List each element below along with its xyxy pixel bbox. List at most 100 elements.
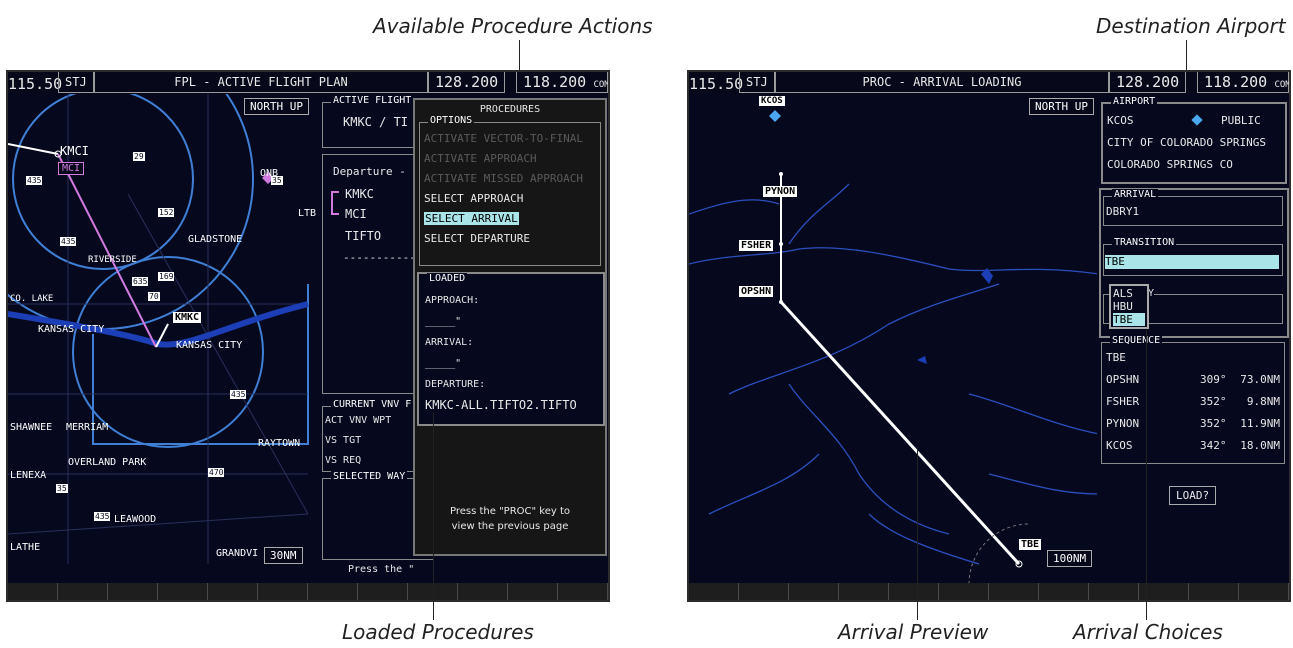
map-label-kansas-city-west: KANSAS CITY (38, 324, 105, 335)
waypoint-pynon: PYNON (763, 186, 798, 197)
menu-item-select-arrival[interactable]: SELECT ARRIVAL (424, 212, 519, 225)
softkey[interactable] (739, 583, 789, 600)
softkey[interactable] (158, 583, 208, 600)
softkey[interactable] (1239, 583, 1289, 600)
callout-arrival-choices: Arrival Choices (1073, 620, 1223, 644)
com-label: COM2 (1274, 80, 1291, 90)
softkey[interactable] (258, 583, 308, 600)
softkey[interactable] (789, 583, 839, 600)
com-standby-frequency[interactable]: 118.200 COM2 (1197, 72, 1289, 93)
map-label-overland-park: OVERLAND PARK (68, 457, 147, 468)
waypoint-opshn: OPSHN (739, 286, 774, 297)
loaded-approach-value: _____" (425, 316, 462, 327)
leader-line (917, 450, 918, 620)
map-label-raytown: RAYTOWN (258, 438, 301, 449)
map-label-olathe: LATHE (10, 542, 41, 553)
softkey[interactable] (558, 583, 608, 600)
transition-choice[interactable]: HBU (1113, 300, 1145, 313)
softkey[interactable] (989, 583, 1039, 600)
softkey[interactable] (839, 583, 889, 600)
page-title: FPL - ACTIVE FLIGHT PLAN (94, 72, 428, 93)
softkey[interactable] (108, 583, 158, 600)
softkey[interactable] (939, 583, 989, 600)
softkey[interactable] (1189, 583, 1239, 600)
press-hint-truncated: Press the " (348, 564, 415, 575)
transition-value[interactable]: TBE (1105, 255, 1279, 269)
sequence-waypoint: KCOS (1106, 439, 1133, 452)
load-button[interactable]: LOAD? (1169, 486, 1217, 505)
com-active-frequency[interactable]: 128.200 (428, 72, 506, 93)
nav-frequency[interactable]: 115.50 (689, 75, 743, 93)
menu-item-select-departure[interactable]: SELECT DEPARTURE (424, 229, 583, 249)
map-label-co-lake: CO. LAKE (10, 294, 54, 304)
procedures-window: PROCEDURES OPTIONS ACTIVATE VECTOR-TO-FI… (413, 98, 607, 556)
arrival-preview-map[interactable] (689, 94, 1099, 584)
selected-waypoint-title: SELECTED WAY (331, 471, 408, 482)
highway-shield: 435 (230, 390, 247, 399)
page-title: PROC - ARRIVAL LOADING (775, 72, 1109, 93)
softkey[interactable] (1089, 583, 1139, 600)
menu-item-activate-approach[interactable]: ACTIVATE APPROACH (424, 149, 583, 169)
map-label-riverside: RIVERSIDE (88, 255, 137, 265)
softkey[interactable] (1039, 583, 1089, 600)
com-label: COM2 (593, 80, 610, 90)
highway-shield: 635 (132, 277, 149, 286)
transition-choice-selected[interactable]: TBE (1113, 313, 1145, 326)
softkey[interactable] (58, 583, 108, 600)
softkey[interactable] (889, 583, 939, 600)
menu-item-activate-missed-approach[interactable]: ACTIVATE MISSED APPROACH (424, 169, 583, 189)
highway-shield: 435 (60, 237, 77, 246)
arrival-title: ARRIVAL (1112, 189, 1159, 200)
flight-plan-row[interactable]: MCI (345, 207, 367, 221)
airport-title: AIRPORT (1111, 96, 1158, 107)
map-range: 100NM (1047, 550, 1093, 567)
transition-choice[interactable]: ALS (1113, 287, 1145, 300)
softkey[interactable] (458, 583, 508, 600)
sequence-header: TBE (1106, 351, 1126, 364)
flight-plan-dashes: ------------ (343, 251, 423, 264)
sequence-distance: 73.0NM (1240, 373, 1280, 386)
map-orientation: NORTH UP (244, 98, 309, 115)
highway-shield: 169 (158, 272, 175, 281)
arrival-box[interactable]: ARRIVAL DBRY1 (1103, 189, 1283, 226)
loaded-departure-label: DEPARTURE: (425, 379, 486, 390)
map-label-kansas-city-east: KANSAS CITY (176, 340, 243, 351)
act-vnv-wpt-label: ACT VNV WPT (325, 415, 392, 426)
flight-plan-row[interactable]: KMKC (345, 187, 374, 201)
waypoint-tbe: TBE (1019, 539, 1042, 550)
menu-item-select-approach[interactable]: SELECT APPROACH (424, 189, 583, 209)
transition-choices-list[interactable]: ALS HBU TBE (1109, 284, 1149, 329)
options-title: OPTIONS (428, 115, 475, 126)
softkey[interactable] (689, 583, 739, 600)
softkey[interactable] (208, 583, 258, 600)
menu-item-activate-vector-to-final[interactable]: ACTIVATE VECTOR-TO-FINAL (424, 129, 583, 149)
nav-frequency[interactable]: 115.50 (8, 75, 62, 93)
procedures-title: PROCEDURES (479, 104, 541, 115)
waypoint-kcos: KCOS (759, 96, 785, 106)
softkey[interactable] (308, 583, 358, 600)
softkey[interactable] (8, 583, 58, 600)
com-active-frequency[interactable]: 128.200 (1109, 72, 1187, 93)
sequence-waypoint: PYNON (1106, 417, 1140, 430)
loaded-arrival-value: _____" (425, 358, 462, 369)
loaded-approach-label: APPROACH: (425, 295, 480, 306)
active-leg-arrow-icon (331, 191, 339, 215)
proc-key-hint: Press the "PROC" key to view the previou… (415, 504, 605, 534)
softkey[interactable] (508, 583, 558, 600)
highway-shield: 470 (208, 468, 225, 477)
airport-ident[interactable]: KCOS (1107, 114, 1134, 127)
map-label-leawood: LEAWOOD (114, 514, 157, 525)
sequence-distance: 18.0NM (1240, 439, 1280, 452)
loaded-arrival-label: ARRIVAL: (425, 337, 474, 348)
flight-plan-row[interactable]: TIFTO (345, 229, 381, 243)
highway-shield: 435 (26, 176, 43, 185)
proc-key-hint-line-1: Press the "PROC" key to (449, 506, 571, 517)
map-range: 30NM (264, 547, 303, 564)
com-standby-frequency[interactable]: 118.200 COM2 (516, 72, 608, 93)
sequence-distance: 11.9NM (1240, 417, 1280, 430)
right-mfd-screen: 115.50 STJ PROC - ARRIVAL LOADING 128.20… (687, 70, 1291, 602)
softkey[interactable] (358, 583, 408, 600)
vs-tgt-label: VS TGT (325, 435, 362, 446)
transition-box[interactable]: TRANSITION TBE (1103, 237, 1283, 276)
sequence-course: 352° (1200, 417, 1227, 430)
